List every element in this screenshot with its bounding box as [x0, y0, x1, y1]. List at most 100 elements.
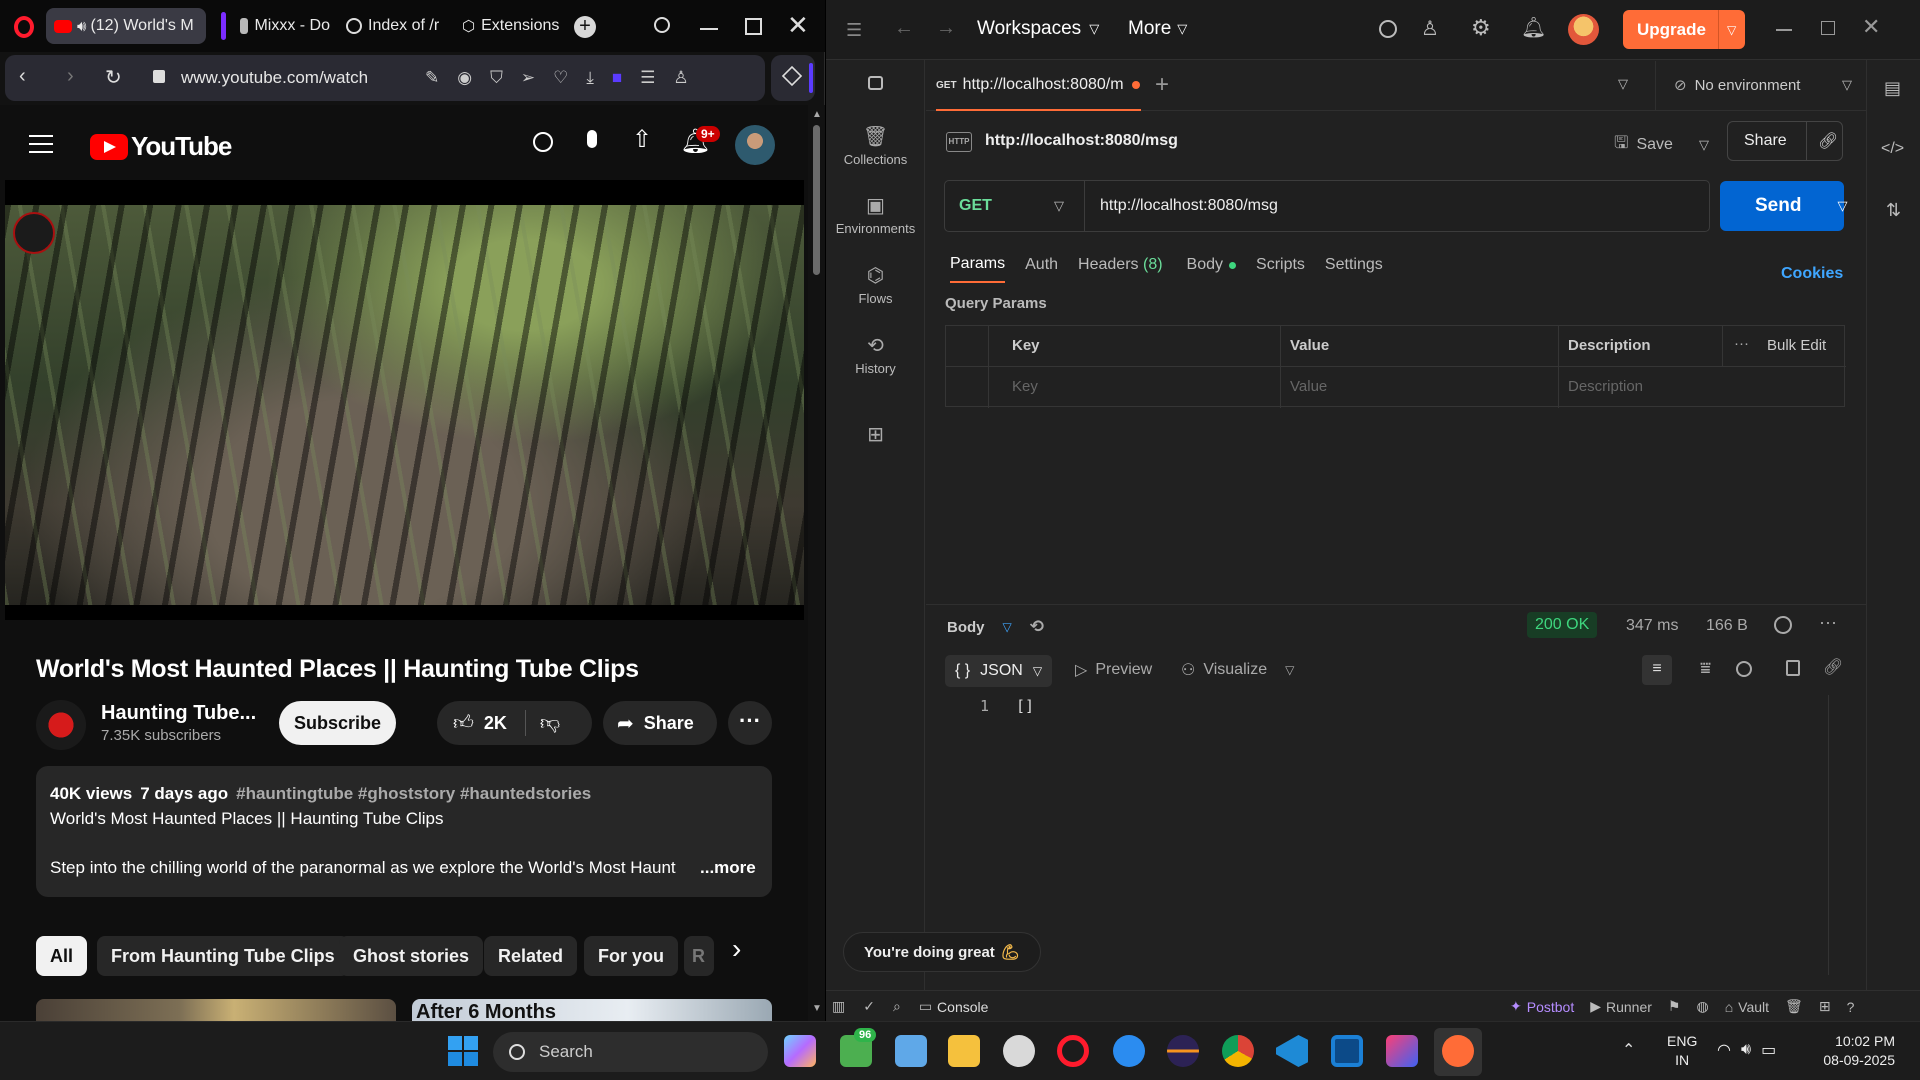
page-scrollbar[interactable]: ▲ ▼ — [808, 105, 825, 1021]
wrap-lines-icon[interactable]: ≡ — [1642, 655, 1672, 685]
request-name[interactable]: http://localhost:8080/msg — [985, 132, 1178, 150]
url-field[interactable]: www.youtube.com/watch — [181, 68, 368, 88]
tab-extensions[interactable]: ⬡ Extensions — [454, 8, 564, 44]
youtube-logo[interactable]: YouTube — [90, 131, 232, 162]
search-icon[interactable] — [533, 132, 553, 152]
close-window-button[interactable]: ✕ — [1862, 14, 1880, 40]
invite-user-icon[interactable]: ♙ — [1421, 16, 1439, 41]
more-menu[interactable]: More ▽ — [1128, 18, 1187, 40]
search-icon[interactable] — [1379, 20, 1397, 38]
share-button[interactable]: ➦ Share — [603, 701, 717, 745]
opera-logo-icon[interactable] — [14, 16, 34, 38]
value-input[interactable]: Value — [1290, 378, 1327, 395]
sidebar-item-flows[interactable]: ⌬ Flows — [826, 263, 925, 306]
help-icon[interactable]: ? — [1847, 999, 1855, 1015]
postbot-button[interactable]: ✦ Postbot — [1510, 998, 1574, 1015]
clock-app-icon[interactable] — [1003, 1035, 1035, 1067]
menu-lines-icon[interactable]: ☰ — [640, 68, 655, 88]
cookies-icon[interactable]: ◍ — [1696, 998, 1708, 1015]
video-thumbnail[interactable]: After 6 Months — [412, 999, 772, 1021]
edit-icon[interactable]: ✎ — [425, 68, 439, 88]
virtualbox-icon[interactable] — [1331, 1035, 1363, 1067]
workspaces-menu[interactable]: Workspaces ▽ — [977, 18, 1099, 40]
mic-icon[interactable] — [587, 130, 597, 148]
lock-icon[interactable] — [868, 76, 883, 90]
eclipse-icon[interactable] — [1167, 1035, 1199, 1067]
save-button[interactable]: 🖫︎ Save ▽ — [1614, 130, 1709, 159]
download-icon[interactable]: ⤓ — [586, 68, 594, 88]
chip-ghost-stories[interactable]: Ghost stories — [339, 936, 484, 976]
minimize-button[interactable] — [1776, 29, 1792, 31]
close-window-button[interactable]: ✕ — [787, 10, 809, 41]
video-player[interactable] — [5, 180, 804, 620]
opera-taskbar-icon[interactable] — [1057, 1035, 1089, 1067]
upload-icon[interactable]: ⇧ — [632, 125, 652, 154]
scroll-down-icon[interactable]: ▼ — [812, 1003, 822, 1014]
chip-from-channel[interactable]: From Haunting Tube Clips — [97, 936, 349, 976]
notifications-icon[interactable]: 🔔︎ — [1521, 15, 1546, 40]
notepad-icon[interactable] — [895, 1035, 927, 1067]
show-hidden-icons[interactable]: ⌃ — [1622, 1040, 1635, 1060]
key-input[interactable]: Key — [1012, 378, 1038, 395]
environment-selector[interactable]: ⊘ No environment ▽ — [1674, 76, 1852, 95]
chip-related[interactable]: Related — [484, 936, 578, 976]
method-selector[interactable]: GET ▽ — [945, 181, 1085, 231]
channel-avatar[interactable] — [36, 700, 86, 750]
new-tab-button[interactable]: + — [574, 16, 596, 38]
clock[interactable]: 10:02 PM 08-09-2025 — [1815, 1032, 1895, 1070]
format-selector[interactable]: { } JSON ▽ — [945, 655, 1053, 687]
more-options-icon[interactable]: ··· — [1819, 612, 1837, 633]
sidebar-item-environments[interactable]: ▣ Environments — [826, 193, 925, 236]
layout-icon[interactable]: ▥ — [832, 998, 845, 1015]
more-actions-button[interactable]: ··· — [728, 701, 772, 745]
bulk-edit-link[interactable]: Bulk Edit — [1767, 337, 1826, 354]
send-icon[interactable]: ➢ — [521, 68, 535, 88]
add-workbench-icon[interactable]: ⊞ — [826, 422, 925, 447]
info-icon[interactable]: ⇅ — [1886, 200, 1901, 221]
shield-icon[interactable]: ⛉ — [490, 68, 503, 88]
app-store-icon[interactable] — [1113, 1035, 1145, 1067]
runner-button[interactable]: ▶ Runner — [1590, 998, 1652, 1015]
tab-body[interactable]: Body — [1187, 256, 1223, 282]
back-icon[interactable]: ‹ — [19, 65, 26, 88]
filter-icon[interactable]: ⩸ — [1700, 658, 1711, 679]
taskbar-search[interactable]: Search — [493, 1032, 768, 1072]
visualize-button[interactable]: ⚇ Visualize ▽ — [1181, 660, 1294, 680]
description-input[interactable]: Description — [1568, 378, 1643, 395]
video-thumbnail[interactable] — [36, 999, 396, 1021]
reload-icon[interactable]: ↻ — [105, 65, 122, 90]
system-tray[interactable]: ◠ 🔊︎ ▭ — [1717, 1040, 1776, 1060]
trash-icon[interactable]: 🗑︎ — [1785, 998, 1803, 1015]
postman-icon[interactable] — [1442, 1035, 1474, 1067]
preview-button[interactable]: ▷ Preview — [1075, 660, 1152, 680]
url-input[interactable]: http://localhost:8080/msg — [1100, 197, 1278, 215]
more-options-icon[interactable]: ··· — [1734, 335, 1749, 352]
chips-next-icon[interactable]: › — [732, 933, 741, 965]
comments-icon[interactable]: ▤ — [1884, 78, 1901, 99]
app-menu-icon[interactable]: ☰ — [846, 20, 862, 41]
search-icon[interactable] — [1736, 661, 1752, 677]
settings-gear-icon[interactable]: ⚙ — [1471, 15, 1491, 41]
speaker-icon[interactable]: 🔊︎ — [77, 18, 86, 35]
copilot-icon[interactable] — [784, 1035, 816, 1067]
like-icon[interactable]: 👍︎ — [453, 711, 474, 735]
tabs-chevron-icon[interactable]: ▽ — [1618, 76, 1628, 92]
nav-forward-icon[interactable]: → — [936, 17, 956, 40]
request-tab[interactable]: GET http://localhost:8080/m — [936, 61, 1141, 111]
intellij-icon[interactable] — [1386, 1035, 1418, 1067]
chip-for-you[interactable]: For you — [584, 936, 678, 976]
globe-icon[interactable] — [1774, 616, 1792, 634]
maximize-button[interactable] — [745, 18, 762, 35]
link-icon[interactable]: 🔗︎ — [1823, 657, 1843, 677]
nav-back-icon[interactable]: ← — [894, 17, 914, 40]
upgrade-button[interactable]: Upgrade ▽ — [1623, 10, 1745, 49]
sidebar-item-history[interactable]: ⟲ History — [826, 333, 925, 376]
user-avatar[interactable] — [1568, 14, 1599, 45]
extension-icon[interactable]: ■ — [612, 68, 622, 88]
profile-icon[interactable]: ♙ — [673, 68, 688, 88]
chip-more[interactable]: R — [684, 936, 714, 976]
send-button[interactable]: Send ▽ — [1720, 181, 1847, 231]
tab-index[interactable]: Index of /r — [338, 8, 450, 44]
tab-headers[interactable]: Headers (8) — [1078, 256, 1163, 282]
tab-mixxx[interactable]: Mixxx - Do — [232, 8, 338, 44]
